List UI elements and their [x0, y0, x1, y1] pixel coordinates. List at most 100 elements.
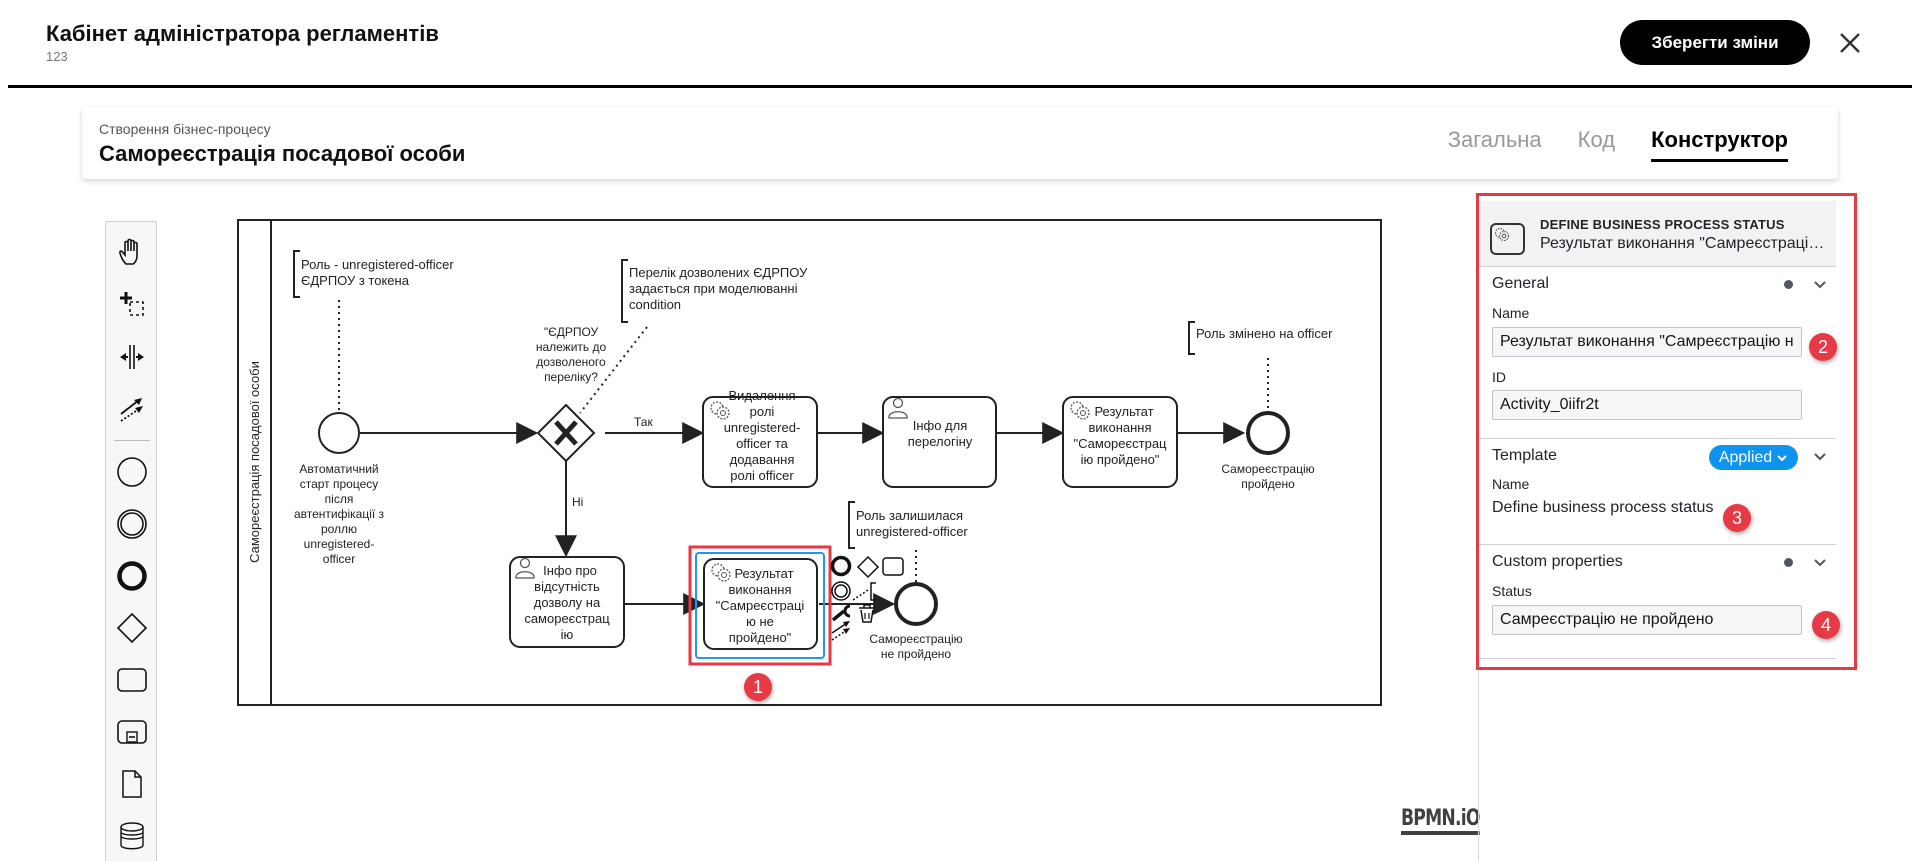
name-input[interactable] — [1492, 327, 1802, 357]
task-label: ролі officer — [730, 468, 794, 483]
process-kicker: Створення бізнес-процесу — [99, 121, 271, 137]
close-icon[interactable] — [1837, 30, 1863, 56]
end-event-label: пройдено — [1241, 477, 1295, 491]
id-label: ID — [1492, 369, 1506, 385]
user-task-no-permission-info[interactable]: Інфо про відсутність дозволу на самореєс… — [509, 556, 625, 648]
status-input[interactable] — [1492, 605, 1802, 635]
properties-header: DEFINE BUSINESS PROCESS STATUS Результат… — [1478, 201, 1836, 267]
service-task-icon — [1490, 223, 1525, 255]
task-icon[interactable] — [112, 660, 152, 700]
bpmn-io-logo[interactable]: BPMN.iO — [1401, 807, 1480, 835]
hand-tool-icon[interactable] — [112, 232, 152, 272]
name-label: Name — [1492, 305, 1530, 321]
service-task-result-fail[interactable]: Результат виконання "Самреєстраці ю не п… — [688, 545, 832, 666]
task-label: самореєстрац — [524, 611, 610, 626]
tab-code[interactable]: Код — [1578, 127, 1615, 162]
app-subtitle: 123 — [46, 49, 68, 64]
space-tool-icon[interactable] — [112, 337, 152, 377]
task-label: ію пройдено" — [1081, 452, 1160, 467]
group-title-template[interactable]: Template — [1492, 447, 1557, 465]
service-task-remove-role[interactable]: Видалення ролі unregistered- officer та … — [702, 388, 818, 488]
properties-panel: DEFINE BUSINESS PROCESS STATUS Результат… — [1478, 195, 1858, 671]
data-store-icon[interactable] — [112, 816, 152, 856]
element-type: DEFINE BUSINESS PROCESS STATUS — [1540, 217, 1785, 232]
tab-constructor[interactable]: Конструктор — [1651, 127, 1788, 162]
global-connect-tool-icon[interactable] — [112, 389, 152, 429]
template-name-value: Define business process status — [1492, 499, 1714, 516]
top-bar: Кабінет адміністратора регламентів 123 З… — [0, 0, 1920, 88]
end-event-label: Самореєстрацію — [1221, 462, 1314, 476]
chevron-down-icon[interactable] — [1812, 449, 1828, 465]
annotation-line: ЄДРПОУ з токена — [301, 273, 410, 288]
group-data-indicator — [1784, 280, 1793, 289]
applied-badge-label: Applied — [1718, 448, 1773, 466]
task-label: "Самореєстрац — [1074, 436, 1168, 451]
end-event-label: не пройдено — [881, 647, 951, 661]
gateway-label: переліку? — [544, 370, 598, 384]
task-label: дозволу на — [534, 595, 601, 610]
palette-separator — [114, 440, 150, 441]
annotation-line: condition — [629, 297, 681, 312]
group-template: Template Applied Name Define business pr… — [1478, 439, 1836, 545]
task-label: виконання — [728, 582, 791, 597]
annotation-line: unregistered-officer — [856, 524, 968, 539]
header-divider — [8, 85, 1912, 88]
annotation-line: Перелік дозволених ЄДРПОУ — [629, 265, 808, 280]
append-intermediate-event-icon[interactable] — [831, 581, 851, 601]
group-title-custom[interactable]: Custom properties — [1492, 553, 1623, 571]
annotation-marker-3: 3 — [1723, 504, 1751, 532]
task-label: unregistered- — [724, 420, 801, 435]
task-label: додавання — [730, 452, 795, 467]
end-event-label: Самореєстрацію — [869, 632, 962, 646]
element-name: Результат виконання "Самреєстраці… — [1540, 235, 1825, 252]
process-title: Самореєстрація посадової особи — [99, 141, 466, 166]
start-event-icon[interactable] — [112, 452, 152, 492]
start-event-label: роллю — [321, 522, 357, 536]
flow-label-no: Ні — [572, 495, 583, 509]
save-changes-button[interactable]: Зберегти зміни — [1620, 20, 1810, 65]
gateway-label: "ЄДРПОУ — [544, 325, 599, 339]
group-general: General Name ID — [1478, 267, 1836, 439]
chevron-down-icon[interactable] — [1812, 555, 1828, 571]
append-task-icon[interactable] — [882, 557, 904, 576]
service-task-result-success[interactable]: Результат виконання "Самореєстрац ію про… — [1062, 396, 1178, 488]
template-applied-dropdown[interactable]: Applied — [1709, 445, 1798, 470]
intermediate-event-icon[interactable] — [112, 504, 152, 544]
flow-label-yes: Так — [634, 415, 653, 429]
end-event-icon[interactable] — [112, 556, 152, 596]
gateway-icon[interactable] — [112, 608, 152, 648]
start-event-label: після — [325, 492, 354, 506]
task-label: Результат — [734, 566, 793, 581]
append-end-event-icon[interactable] — [830, 555, 852, 577]
annotation-marker-2: 2 — [1809, 333, 1837, 361]
annotation-marker-4: 4 — [1812, 611, 1840, 639]
task-label: перелогіну — [908, 434, 973, 449]
annotation-marker-1: 1 — [744, 673, 772, 701]
group-title-general[interactable]: General — [1492, 275, 1549, 293]
chevron-down-icon[interactable] — [1812, 277, 1828, 293]
task-label: officer та — [736, 436, 789, 451]
user-task-relogin-info[interactable]: Інфо для перелогіну — [882, 396, 997, 488]
task-label: пройдено" — [729, 630, 792, 645]
task-label: Результат — [1094, 404, 1153, 419]
annotation-line: задається при моделюванні — [629, 281, 798, 296]
task-label: Інфо про — [543, 563, 597, 578]
start-event-label: officer — [323, 552, 355, 566]
task-label: виконання — [1088, 420, 1151, 435]
lasso-tool-icon[interactable] — [112, 284, 152, 324]
task-label: ролі — [750, 404, 775, 419]
start-event-label: Автоматичний — [299, 462, 378, 476]
bpmn-palette — [105, 221, 157, 861]
bpmn-canvas[interactable]: Самореєстрація посадової особи Роль - un… — [160, 200, 1478, 860]
annotation-line: Роль - unregistered-officer — [301, 257, 454, 272]
tab-general[interactable]: Загальна — [1448, 127, 1542, 162]
group-data-indicator — [1784, 558, 1793, 567]
lane-label: Самореєстрація посадової особи — [247, 361, 262, 563]
group-custom-properties: Custom properties Status — [1478, 545, 1836, 659]
start-event-label: unregistered- — [304, 537, 375, 551]
subprocess-icon[interactable] — [112, 712, 152, 752]
id-input[interactable] — [1492, 390, 1802, 420]
task-label: Видалення — [729, 388, 796, 403]
status-label: Status — [1492, 583, 1532, 599]
data-object-icon[interactable] — [112, 764, 152, 804]
